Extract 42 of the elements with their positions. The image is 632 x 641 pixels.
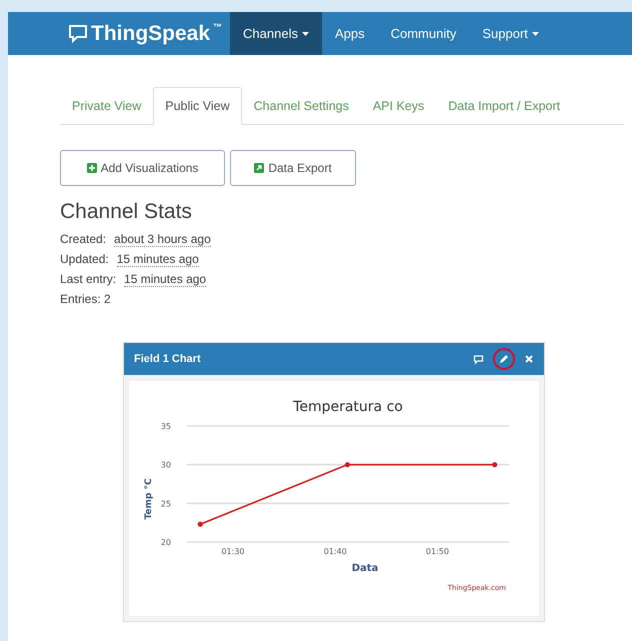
x-tick-label: 01:40 [324, 547, 347, 556]
stat-label: Entries: 2 [60, 292, 111, 306]
logo[interactable]: ThingSpeak$^{™}$ [68, 12, 222, 55]
plus-icon [86, 163, 97, 173]
chart-title: Temperatura co [293, 399, 403, 415]
data-point [492, 462, 498, 468]
action-button[interactable]: Data Export [230, 150, 356, 186]
stat-value: about 3 hours ago [114, 232, 211, 247]
widget-title: Field 1 Chart [134, 353, 201, 365]
close-icon[interactable] [524, 354, 534, 364]
stat-label: Updated: [60, 252, 109, 267]
stat-value: 15 minutes ago [116, 252, 199, 267]
y-tick-label: 20 [160, 538, 171, 547]
nav-item[interactable]: Support [469, 12, 552, 55]
y-axis-label: Temp °C [144, 478, 154, 520]
tab[interactable]: Private View [60, 87, 154, 125]
section-title: Channel Stats [60, 200, 193, 224]
logo-text: ThingSpeak [91, 22, 210, 46]
speech-bubble-icon [68, 24, 88, 44]
x-tick-label: 01:50 [426, 547, 449, 556]
stat-label: Last entry: [60, 272, 116, 287]
y-tick-label: 30 [160, 460, 171, 470]
tab[interactable]: Channel Settings [242, 87, 361, 125]
nav-item[interactable]: Community [378, 12, 470, 55]
tab[interactable]: Data Import / Export [436, 87, 572, 125]
y-tick-label: 25 [160, 499, 171, 508]
pencil-icon[interactable] [493, 348, 515, 370]
x-tick-label: 01:30 [221, 547, 245, 556]
tab[interactable]: Public View [153, 87, 242, 125]
action-button[interactable]: Add Visualizations [60, 150, 225, 186]
nav-item[interactable]: Channels [230, 12, 322, 55]
stat-label: Created: [60, 232, 106, 247]
nav-item[interactable]: Apps [322, 12, 378, 55]
export-icon [254, 163, 264, 173]
stat-value: 15 minutes ago [124, 272, 206, 287]
data-point [198, 522, 203, 527]
y-tick-label: 35 [160, 422, 171, 431]
x-axis-label: Data [352, 563, 378, 574]
comment-icon[interactable] [473, 354, 484, 364]
trademark: ™ [213, 22, 222, 32]
data-point [344, 462, 350, 468]
tab[interactable]: API Keys [360, 87, 436, 125]
